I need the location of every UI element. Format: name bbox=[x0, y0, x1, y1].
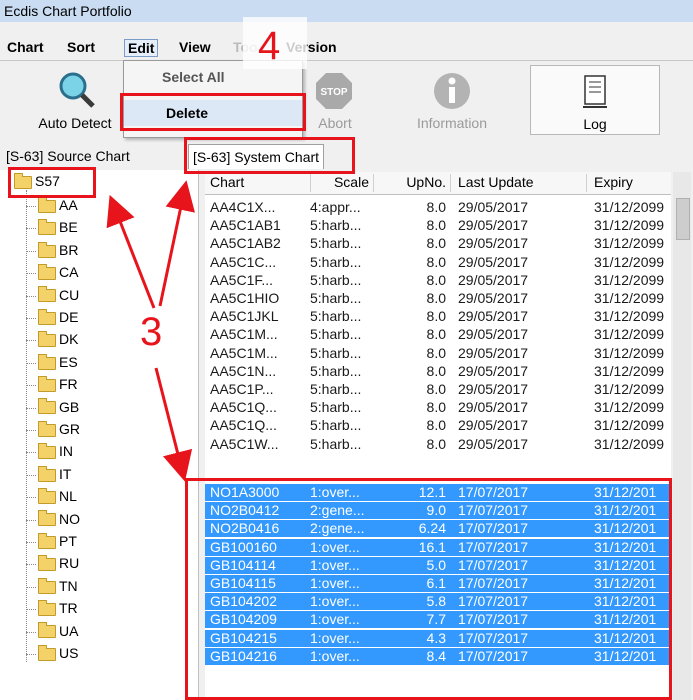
arrow-to-s57 bbox=[106, 194, 156, 309]
arrow-to-system-tab bbox=[158, 180, 195, 307]
arrow-to-selected-rows bbox=[154, 367, 193, 482]
annotation-arrows bbox=[106, 180, 195, 482]
